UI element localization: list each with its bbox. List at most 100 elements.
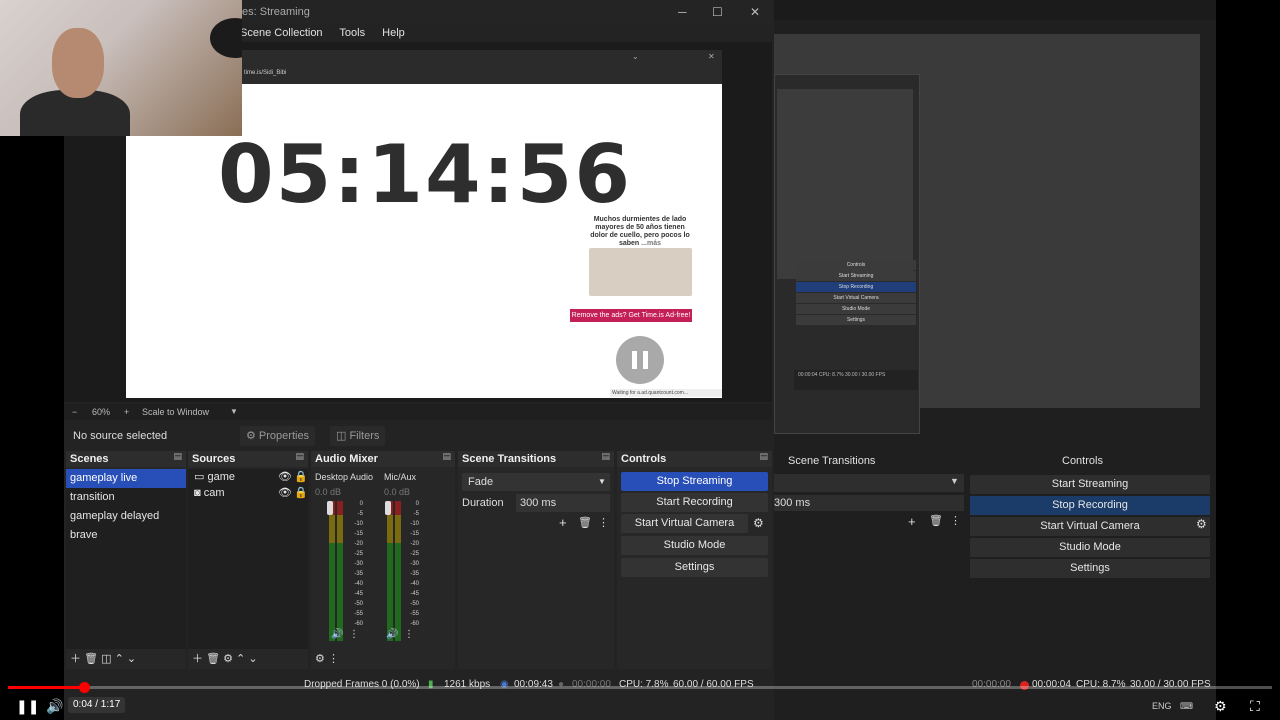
right-stop-recording-button[interactable]: Stop Recording [970, 496, 1210, 515]
scenes-toolbar: ＋ 🗑 ◫ ⌃ ⌄ [66, 649, 186, 669]
remove-ads-button: Remove the ads? Get Time.is Ad-free! [570, 309, 692, 322]
dock-menu-icon[interactable]: ▤ [173, 451, 182, 462]
volume-slider-handle[interactable] [385, 501, 391, 515]
studio-mode-button[interactable]: Studio Mode [621, 536, 768, 555]
pause-icon[interactable]: ❚❚ [16, 696, 39, 716]
trash-icon[interactable]: 🗑 [578, 516, 592, 529]
trash-icon[interactable]: 🗑 [929, 514, 943, 527]
add-icon[interactable]: + [908, 514, 916, 529]
add-icon[interactable]: ＋ [192, 653, 203, 665]
dock-menu-icon[interactable]: ▤ [295, 451, 304, 462]
source-item[interactable]: ◙ cam 👁 🔒 [188, 485, 308, 501]
meter-tick: -55 [354, 611, 363, 617]
ad-more: ...más [641, 240, 662, 247]
controls-title: Controls [617, 451, 772, 467]
eye-icon[interactable]: 👁 [278, 485, 292, 501]
progress-track[interactable] [8, 686, 1272, 689]
menu-scene-collection[interactable]: Scene Collection [240, 27, 323, 39]
right-controls-title: Controls [1062, 455, 1103, 467]
eye-icon[interactable]: 👁 [278, 469, 292, 485]
transition-select[interactable]: Fade ▼ [462, 473, 610, 491]
maximize-icon[interactable]: ☐ [712, 0, 723, 24]
more-icon[interactable]: ⋮ [349, 629, 359, 640]
scene-item[interactable]: brave [66, 526, 186, 545]
scene-item[interactable]: gameplay delayed [66, 507, 186, 526]
right-duration-field[interactable]: 300 ms [774, 495, 964, 511]
meter-tick: -60 [410, 621, 419, 627]
menu-tools[interactable]: Tools [339, 27, 365, 39]
lock-icon[interactable]: 🔒 [294, 485, 308, 501]
scene-item[interactable]: transition [66, 488, 186, 507]
gear-icon[interactable]: ⚙ [223, 653, 233, 665]
meter-tick: -25 [410, 551, 419, 557]
dock-menu-icon[interactable]: ▤ [442, 451, 451, 462]
stop-streaming-button[interactable]: Stop Streaming [621, 472, 768, 491]
more-icon[interactable]: ⋮ [404, 629, 414, 640]
meter-tick: -40 [354, 581, 363, 587]
scale-mode-select[interactable]: Scale to Window [142, 404, 209, 420]
volume-icon[interactable]: 🔊 [46, 696, 63, 716]
move-down-icon[interactable]: ⌄ [248, 653, 257, 665]
meter-tick: -50 [354, 601, 363, 607]
right-start-virtual-camera-button[interactable]: Start Virtual Camera [970, 517, 1210, 536]
menu-help[interactable]: Help [382, 27, 405, 39]
start-recording-button[interactable]: Start Recording [621, 493, 768, 512]
speaker-icon[interactable]: 🔊 [331, 629, 343, 640]
meter-tick: 0 [359, 501, 363, 507]
zoom-in-button[interactable]: + [124, 404, 129, 420]
gear-icon[interactable]: ⚙ [753, 516, 764, 530]
scene-item[interactable]: gameplay live [66, 469, 186, 488]
advanced-audio-icon[interactable]: ⚙ [315, 653, 325, 665]
trash-icon[interactable]: 🗑 [84, 653, 98, 665]
more-icon[interactable]: ⋮ [950, 514, 961, 527]
filters-button[interactable]: ◫ Filters [330, 426, 386, 446]
person-head [52, 28, 104, 98]
pause-icon[interactable] [616, 336, 664, 384]
background-object [210, 18, 242, 58]
start-virtual-camera-button[interactable]: Start Virtual Camera [621, 514, 748, 533]
gear-icon[interactable]: ⚙ [1196, 517, 1207, 531]
move-up-icon[interactable]: ⌃ [115, 653, 124, 665]
zoom-out-button[interactable]: − [72, 404, 77, 420]
speaker-icon[interactable]: 🔊 [386, 629, 398, 640]
filter-icon[interactable]: ◫ [101, 653, 111, 665]
lock-icon[interactable]: 🔒 [294, 469, 308, 485]
right-transition-select[interactable]: ▼ [774, 474, 964, 492]
right-start-streaming-button[interactable]: Start Streaming [970, 475, 1210, 494]
channel-db: 0.0 dB [384, 487, 411, 497]
close-icon[interactable]: ✕ [750, 0, 760, 24]
more-icon[interactable]: ⋮ [598, 516, 609, 529]
trash-icon[interactable]: 🗑 [206, 653, 220, 665]
right-settings-button[interactable]: Settings [970, 559, 1210, 578]
settings-gear-icon[interactable]: ⚙ [1214, 696, 1227, 716]
player-time: 0:04 / 1:17 [68, 697, 126, 713]
fullscreen-icon[interactable]: ⛶ [1250, 696, 1260, 716]
dock-menu-icon[interactable]: ▤ [601, 451, 610, 462]
nested-controls: Controls Start Streaming Stop Recording … [794, 259, 918, 326]
dock-menu-icon[interactable]: ▤ [759, 451, 768, 462]
source-item[interactable]: ▭ game 👁 🔒 [188, 469, 308, 485]
language-indicator: ENG [1152, 701, 1172, 711]
meter-tick: -5 [413, 511, 419, 517]
duration-label: Duration [462, 497, 504, 509]
properties-button[interactable]: ⚙ Properties [240, 426, 316, 446]
meter-tick: -10 [410, 521, 419, 527]
settings-button[interactable]: Settings [621, 558, 768, 577]
camera-icon: ◙ [194, 487, 204, 499]
move-down-icon[interactable]: ⌄ [127, 653, 136, 665]
meter-tick: -45 [354, 591, 363, 597]
duration-field[interactable]: 300 ms [516, 494, 610, 512]
minimize-icon[interactable]: ─ [678, 0, 687, 24]
right-studio-mode-button[interactable]: Studio Mode [970, 538, 1210, 557]
add-icon[interactable]: + [559, 515, 567, 530]
more-icon[interactable]: ⋮ [328, 653, 339, 665]
move-up-icon[interactable]: ⌃ [236, 653, 245, 665]
channel-name: Mic/Aux [384, 472, 417, 482]
chevron-down-icon[interactable]: ▼ [230, 404, 238, 420]
chevron-down-icon: ▼ [598, 477, 606, 486]
volume-slider-handle[interactable] [327, 501, 333, 515]
controls-dock: Controls ▤ Stop Streaming Start Recordin… [617, 451, 772, 669]
sources-list: ▭ game 👁 🔒 ◙ cam 👁 🔒 [188, 469, 308, 649]
add-icon[interactable]: ＋ [70, 653, 81, 665]
secondary-preview: Controls Start Streaming Stop Recording … [774, 34, 1200, 434]
